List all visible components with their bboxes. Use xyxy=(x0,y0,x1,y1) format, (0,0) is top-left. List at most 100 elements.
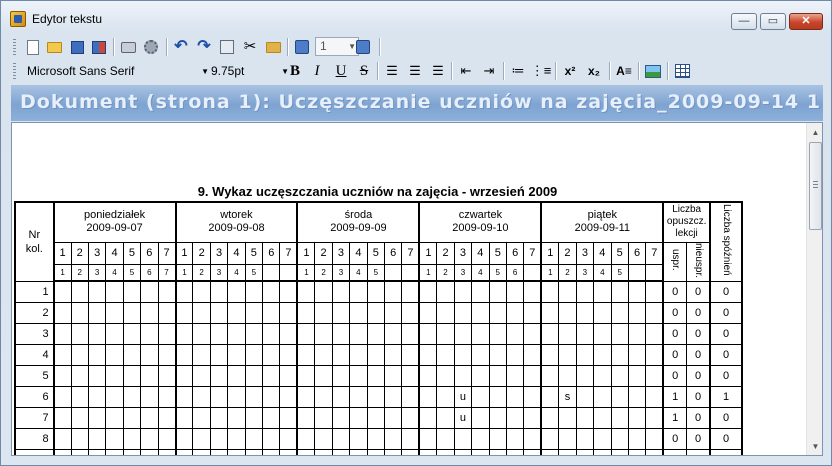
attendance-cell[interactable] xyxy=(262,343,281,366)
attendance-cell[interactable] xyxy=(122,385,142,408)
attendance-cell[interactable] xyxy=(105,280,124,303)
title-bar[interactable]: Edytor tekstu — ▭ ✕ xyxy=(1,1,831,34)
attendance-cell[interactable] xyxy=(314,385,333,408)
attendance-cell[interactable] xyxy=(227,322,246,345)
attendance-cell[interactable] xyxy=(593,343,612,366)
attendance-cell[interactable] xyxy=(70,343,89,366)
attendance-cell[interactable] xyxy=(262,406,281,429)
attendance-cell[interactable] xyxy=(331,343,351,366)
attendance-cell[interactable] xyxy=(558,322,577,345)
attendance-cell[interactable] xyxy=(366,322,386,345)
attendance-cell[interactable] xyxy=(593,322,612,345)
attendance-cell[interactable] xyxy=(157,322,177,345)
attendance-cell[interactable] xyxy=(505,301,525,324)
attendance-cell[interactable] xyxy=(262,301,281,324)
attendance-cell[interactable] xyxy=(627,280,647,303)
attendance-cell[interactable] xyxy=(436,364,455,387)
attendance-cell[interactable] xyxy=(453,322,473,345)
attendance-cell[interactable] xyxy=(366,364,386,387)
decrease-indent-button[interactable]: ⇤ xyxy=(456,61,476,81)
attendance-cell[interactable] xyxy=(174,385,194,408)
attendance-cell[interactable] xyxy=(453,364,473,387)
attendance-cell[interactable] xyxy=(418,385,438,408)
attendance-cell[interactable] xyxy=(70,448,89,455)
attendance-cell[interactable] xyxy=(296,364,316,387)
attendance-cell[interactable] xyxy=(52,427,72,450)
attendance-cell[interactable] xyxy=(192,406,211,429)
undo-button[interactable]: ↶ xyxy=(171,37,191,57)
attendance-cell[interactable] xyxy=(244,322,264,345)
attendance-cell[interactable] xyxy=(453,448,473,455)
attendance-cell[interactable] xyxy=(279,322,298,345)
attendance-cell[interactable] xyxy=(523,280,542,303)
attendance-cell[interactable] xyxy=(279,343,298,366)
attendance-cell[interactable] xyxy=(645,280,664,303)
attendance-cell[interactable] xyxy=(87,448,107,455)
attendance-cell[interactable] xyxy=(575,427,595,450)
attendance-cell[interactable] xyxy=(314,406,333,429)
attendance-cell[interactable] xyxy=(383,322,403,345)
attendance-cell[interactable] xyxy=(418,364,438,387)
attendance-cell[interactable] xyxy=(314,343,333,366)
attendance-cell[interactable] xyxy=(558,427,577,450)
attendance-cell[interactable] xyxy=(349,322,368,345)
attendance-cell[interactable] xyxy=(488,280,507,303)
attendance-cell[interactable] xyxy=(418,406,438,429)
paste-button[interactable] xyxy=(263,37,283,57)
attendance-cell[interactable] xyxy=(174,448,194,455)
attendance-cell[interactable] xyxy=(383,301,403,324)
attendance-cell[interactable] xyxy=(523,322,542,345)
attendance-cell[interactable] xyxy=(209,343,229,366)
attendance-cell[interactable] xyxy=(192,448,211,455)
attendance-cell[interactable] xyxy=(488,406,507,429)
attendance-cell[interactable] xyxy=(87,427,107,450)
attendance-cell[interactable] xyxy=(418,280,438,303)
attendance-cell[interactable] xyxy=(471,364,490,387)
attendance-cell[interactable] xyxy=(209,427,229,450)
attendance-cell[interactable] xyxy=(558,301,577,324)
attendance-cell[interactable] xyxy=(140,301,159,324)
attendance-cell[interactable] xyxy=(540,364,560,387)
attendance-cell[interactable] xyxy=(349,448,368,455)
attendance-cell[interactable] xyxy=(471,343,490,366)
attendance-cell[interactable] xyxy=(505,427,525,450)
attendance-cell[interactable] xyxy=(436,280,455,303)
attendance-cell[interactable] xyxy=(436,448,455,455)
attendance-cell[interactable] xyxy=(157,364,177,387)
align-right-button[interactable]: ☰ xyxy=(428,61,448,81)
font-name-select[interactable]: Microsoft Sans Serif ▼ xyxy=(23,62,211,81)
attendance-cell[interactable] xyxy=(279,448,298,455)
attendance-cell[interactable] xyxy=(558,280,577,303)
attendance-cell[interactable] xyxy=(192,364,211,387)
attendance-cell[interactable] xyxy=(401,364,420,387)
attendance-cell[interactable] xyxy=(471,280,490,303)
subscript-button[interactable]: x₂ xyxy=(584,61,604,81)
attendance-cell[interactable] xyxy=(174,427,194,450)
attendance-cell[interactable] xyxy=(645,385,664,408)
attendance-cell[interactable] xyxy=(627,364,647,387)
attendance-cell[interactable]: u xyxy=(453,406,473,429)
open-button[interactable] xyxy=(44,37,64,57)
attendance-cell[interactable] xyxy=(453,280,473,303)
attendance-cell[interactable] xyxy=(279,406,298,429)
attendance-cell[interactable] xyxy=(401,385,420,408)
attendance-cell[interactable] xyxy=(122,343,142,366)
attendance-cell[interactable] xyxy=(331,406,351,429)
attendance-cell[interactable] xyxy=(331,385,351,408)
attendance-cell[interactable] xyxy=(296,427,316,450)
attendance-cell[interactable] xyxy=(349,364,368,387)
attendance-cell[interactable] xyxy=(645,364,664,387)
maximize-button[interactable]: ▭ xyxy=(760,13,786,30)
attendance-cell[interactable] xyxy=(105,448,124,455)
attendance-cell[interactable] xyxy=(401,427,420,450)
attendance-cell[interactable] xyxy=(174,280,194,303)
attendance-cell[interactable] xyxy=(627,448,647,455)
attendance-cell[interactable] xyxy=(383,427,403,450)
attendance-cell[interactable] xyxy=(52,343,72,366)
attendance-cell[interactable] xyxy=(227,364,246,387)
attendance-cell[interactable] xyxy=(505,322,525,345)
align-center-button[interactable]: ☰ xyxy=(405,61,425,81)
attendance-cell[interactable] xyxy=(105,322,124,345)
attendance-cell[interactable] xyxy=(244,385,264,408)
attendance-cell[interactable] xyxy=(453,427,473,450)
